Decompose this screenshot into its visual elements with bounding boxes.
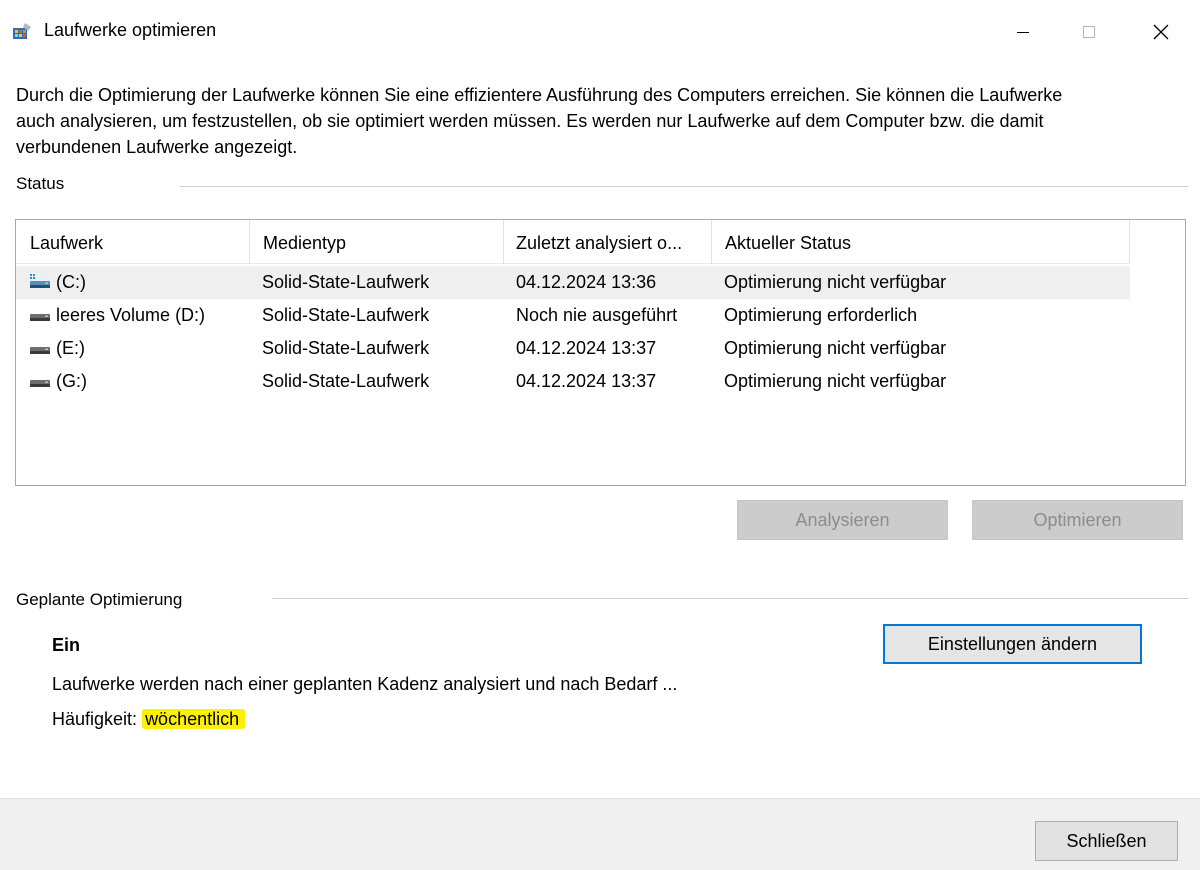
minimize-icon xyxy=(1017,32,1029,33)
column-header-drive[interactable]: Laufwerk xyxy=(16,220,249,264)
current-status: Optimierung nicht verfügbar xyxy=(724,272,947,292)
frequency-label: Häufigkeit: xyxy=(52,709,138,729)
last-analyzed: 04.12.2024 13:37 xyxy=(516,371,657,391)
intro-text: Durch die Optimierung der Laufwerke könn… xyxy=(16,85,1063,157)
current-status: Optimierung erforderlich xyxy=(724,305,918,325)
last-analyzed: 04.12.2024 13:36 xyxy=(516,272,657,292)
change-settings-button[interactable]: Einstellungen ändern xyxy=(883,624,1142,664)
drive-name: (G:) xyxy=(56,371,87,391)
drive-icon xyxy=(30,347,50,354)
optimize-button[interactable]: Optimieren xyxy=(972,500,1183,540)
column-header-last-analyzed[interactable]: Zuletzt analysiert o... xyxy=(502,220,711,264)
system-drive-icon xyxy=(30,274,50,288)
column-header-current-status[interactable]: Aktueller Status xyxy=(711,220,1130,264)
status-label: Status xyxy=(16,174,65,193)
footer-bar: Schließen xyxy=(0,798,1200,870)
frequency-line: Häufigkeit: wöchentlich xyxy=(52,709,246,730)
close-icon xyxy=(1153,24,1169,40)
media-type: Solid-State-Laufwerk xyxy=(262,371,430,391)
drive-name: (E:) xyxy=(56,338,85,358)
column-separator xyxy=(1129,220,1130,264)
column-header-media-type[interactable]: Medientyp xyxy=(249,220,503,264)
status-divider xyxy=(180,186,1188,187)
current-status: Optimierung nicht verfügbar xyxy=(724,338,947,358)
drive-row[interactable]: (E:) Solid-State-Laufwerk 04.12.2024 13:… xyxy=(16,332,1130,365)
minimize-button[interactable] xyxy=(1003,12,1043,52)
scheduled-optimization-label: Geplante Optimierung xyxy=(16,590,183,609)
drive-row[interactable]: leeres Volume (D:) Solid-State-Laufwerk … xyxy=(16,299,1130,332)
last-analyzed: Noch nie ausgeführt xyxy=(516,305,678,325)
last-analyzed: 04.12.2024 13:37 xyxy=(516,338,657,358)
drive-row[interactable]: (G:) Solid-State-Laufwerk 04.12.2024 13:… xyxy=(16,365,1130,398)
schedule-description: Laufwerke werden nach einer geplanten Ka… xyxy=(52,674,678,694)
current-status: Optimierung nicht verfügbar xyxy=(724,371,947,391)
drive-name: leeres Volume (D:) xyxy=(56,305,206,325)
schedule-divider xyxy=(272,598,1188,599)
frequency-value: wöchentlich xyxy=(142,709,246,729)
title-bar: Laufwerke optimieren xyxy=(0,0,1200,64)
window-title: Laufwerke optimieren xyxy=(44,20,217,40)
drive-icon xyxy=(30,314,50,321)
media-type: Solid-State-Laufwerk xyxy=(262,338,430,358)
analyze-button[interactable]: Analysieren xyxy=(737,500,948,540)
drive-name: (C:) xyxy=(56,272,86,292)
defrag-app-icon xyxy=(13,23,31,39)
media-type: Solid-State-Laufwerk xyxy=(262,272,430,292)
close-button[interactable]: Schließen xyxy=(1035,821,1178,861)
maximize-icon xyxy=(1083,26,1095,38)
schedule-state: Ein xyxy=(52,635,81,655)
drive-icon xyxy=(30,380,50,387)
drive-row[interactable]: (C:) Solid-State-Laufwerk 04.12.2024 13:… xyxy=(16,266,1130,299)
maximize-button[interactable] xyxy=(1069,12,1109,52)
close-window-button[interactable] xyxy=(1141,12,1181,52)
media-type: Solid-State-Laufwerk xyxy=(262,305,430,325)
drive-list-header: Laufwerk Medientyp Zuletzt analysiert o.… xyxy=(16,220,1130,264)
drive-list[interactable]: Laufwerk Medientyp Zuletzt analysiert o.… xyxy=(15,219,1186,486)
